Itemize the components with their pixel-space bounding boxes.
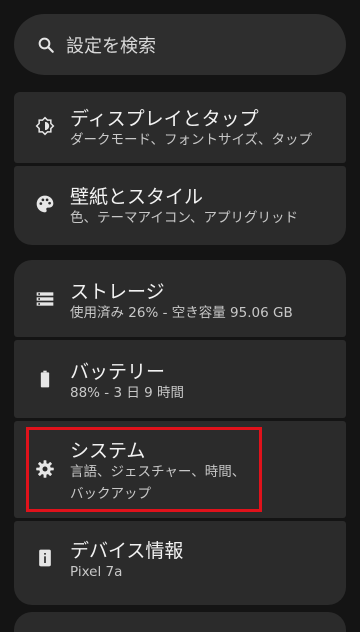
palette-icon xyxy=(34,193,56,215)
settings-item-subtitle: 88% - 3 日 9 時間 xyxy=(70,385,185,401)
search-placeholder: 設定を検索 xyxy=(66,35,156,57)
settings-item-subtitle-line1: 言語、ジェスチャー、時間、 xyxy=(70,464,246,480)
search-bar[interactable]: 設定を検索 xyxy=(14,14,346,75)
settings-item-subtitle: 色、テーマアイコン、アプリグリッド xyxy=(70,210,299,226)
next-card-edge xyxy=(14,612,346,632)
settings-item-title: デバイス情報 xyxy=(70,540,184,562)
settings-item-system[interactable]: システム 言語、ジェスチャー、時間、 バックアップ xyxy=(14,421,346,518)
settings-item-wallpaper[interactable]: 壁紙とスタイル 色、テーマアイコン、アプリグリッド xyxy=(14,166,346,245)
battery-icon xyxy=(34,368,56,390)
settings-item-title: ストレージ xyxy=(70,281,165,303)
gear-icon xyxy=(34,458,56,480)
settings-group-device: ストレージ 使用済み 26% - 空き容量 95.06 GB バッテリー 88%… xyxy=(14,260,346,605)
settings-item-subtitle: Pixel 7a xyxy=(70,564,123,580)
settings-item-subtitle: ダークモード、フォントサイズ、タップ xyxy=(70,132,313,148)
settings-group-appearance: ディスプレイとタップ ダークモード、フォントサイズ、タップ 壁紙とスタイル 色、… xyxy=(14,92,346,245)
settings-item-device-info[interactable]: デバイス情報 Pixel 7a xyxy=(14,521,346,605)
info-icon xyxy=(34,547,56,569)
settings-item-title: 壁紙とスタイル xyxy=(70,186,204,208)
storage-icon xyxy=(34,288,56,310)
settings-item-storage[interactable]: ストレージ 使用済み 26% - 空き容量 95.06 GB xyxy=(14,260,346,337)
settings-item-subtitle: 使用済み 26% - 空き容量 95.06 GB xyxy=(70,305,293,321)
settings-item-title: システム xyxy=(70,440,146,462)
settings-item-battery[interactable]: バッテリー 88% - 3 日 9 時間 xyxy=(14,340,346,418)
settings-item-display[interactable]: ディスプレイとタップ ダークモード、フォントサイズ、タップ xyxy=(14,92,346,163)
search-icon xyxy=(36,35,56,55)
settings-item-title: バッテリー xyxy=(70,361,166,383)
settings-item-subtitle-line2: バックアップ xyxy=(70,486,151,502)
display-icon xyxy=(34,115,56,137)
settings-item-title: ディスプレイとタップ xyxy=(70,108,259,130)
